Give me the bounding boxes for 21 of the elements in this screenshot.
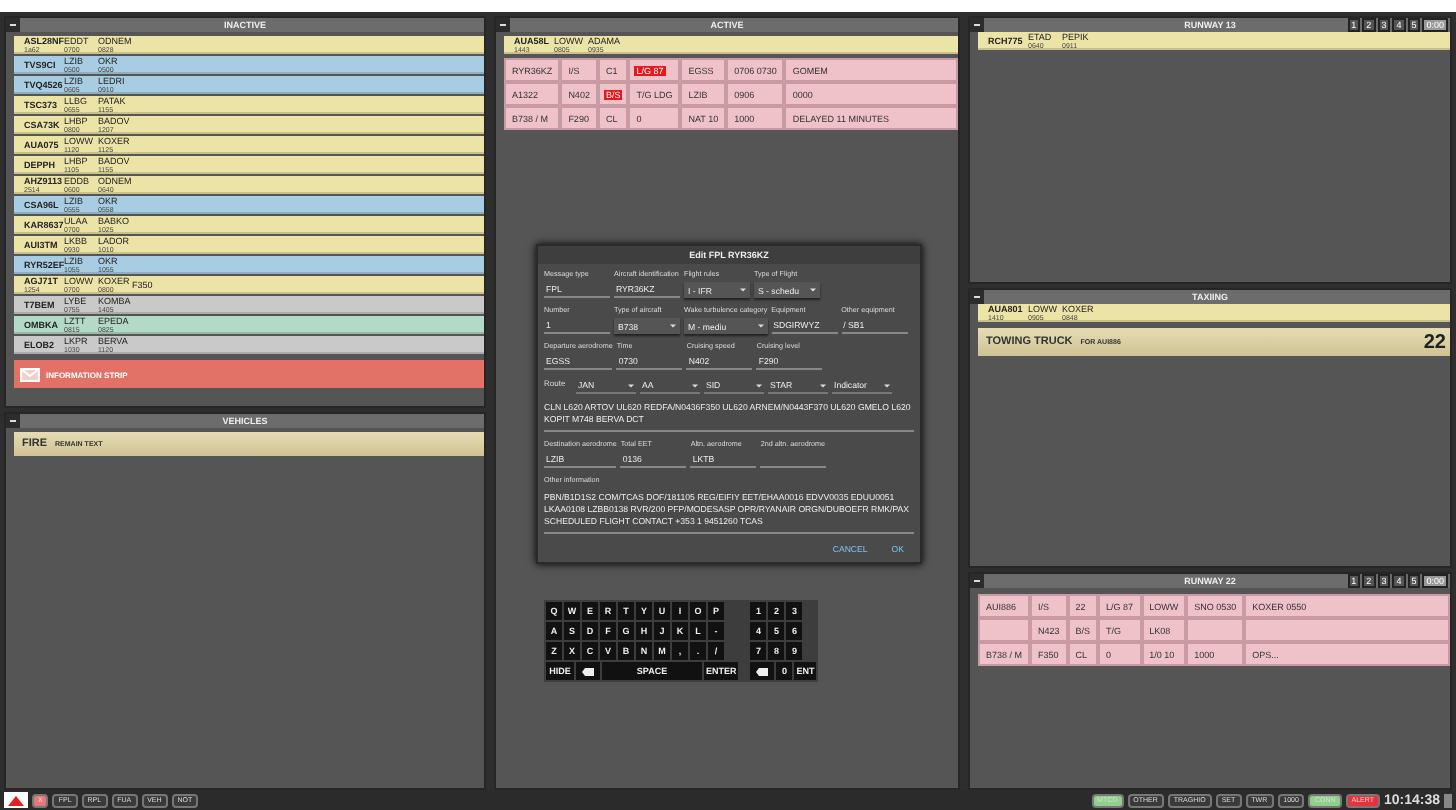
collapse-button[interactable]	[970, 574, 984, 588]
backspace-icon	[756, 667, 769, 675]
caret-icon	[756, 383, 762, 387]
backspace-icon	[582, 667, 594, 675]
collapse-button[interactable]	[6, 414, 20, 428]
backspace-key[interactable]	[750, 662, 775, 680]
caret-icon	[810, 288, 816, 292]
caret-icon	[628, 383, 634, 387]
caret-icon	[757, 324, 764, 328]
collapse-button[interactable]	[6, 18, 20, 32]
logo-icon[interactable]	[4, 792, 28, 808]
caret-icon	[740, 288, 746, 292]
caret-icon	[884, 383, 890, 387]
backspace-key[interactable]	[576, 662, 600, 680]
collapse-button[interactable]	[496, 18, 510, 32]
collapse-button[interactable]	[970, 290, 984, 304]
caret-icon	[692, 383, 698, 387]
collapse-button[interactable]	[970, 18, 984, 32]
caret-icon	[670, 324, 676, 328]
envelope-icon	[20, 367, 40, 381]
caret-icon	[820, 383, 826, 387]
